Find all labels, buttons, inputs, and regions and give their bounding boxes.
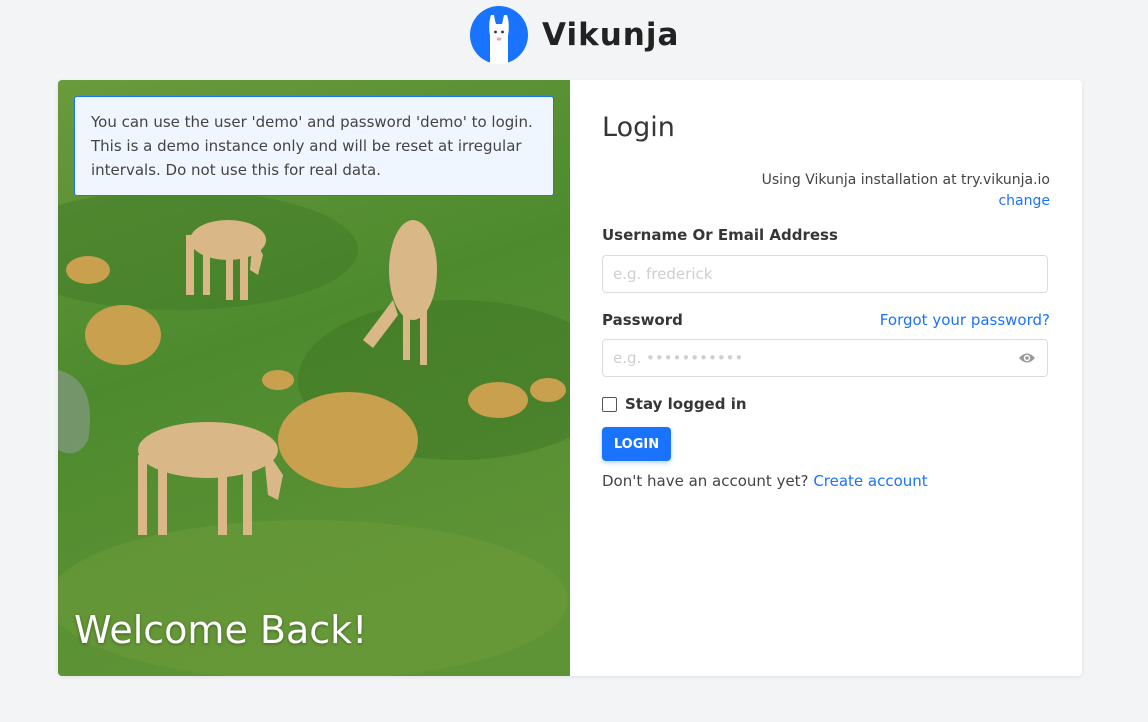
stay-logged-in-checkbox[interactable] (602, 396, 617, 412)
no-account-text: Don't have an account yet? (602, 472, 809, 490)
username-input[interactable] (602, 255, 1048, 293)
create-account-link[interactable]: Create account (813, 472, 927, 490)
forgot-password-link[interactable]: Forgot your password? (880, 311, 1050, 329)
stay-logged-in-label[interactable]: Stay logged in (625, 395, 747, 413)
welcome-heading: Welcome Back! (74, 608, 368, 652)
hero-image-pane: You can use the user 'demo' and password… (58, 80, 570, 676)
login-title: Login (602, 112, 675, 143)
eye-icon[interactable] (1018, 351, 1036, 365)
change-installation-link[interactable]: change (998, 193, 1050, 209)
login-form: Login Using Vikunja installation at try.… (570, 80, 1082, 676)
brand-name: Vikunja (542, 17, 680, 53)
brand-header: Vikunja (470, 5, 679, 65)
username-label: Username Or Email Address (602, 226, 838, 244)
signup-prompt: Don't have an account yet? Create accoun… (602, 472, 928, 490)
login-card: You can use the user 'demo' and password… (58, 80, 1082, 676)
installation-info: Using Vikunja installation at try.vikunj… (762, 170, 1050, 212)
stay-logged-in-row[interactable]: Stay logged in (602, 395, 747, 413)
demo-notice: You can use the user 'demo' and password… (74, 96, 554, 196)
installation-text: Using Vikunja installation at try.vikunj… (761, 172, 1050, 188)
llama-logo-icon (470, 6, 528, 64)
password-input[interactable] (602, 339, 1048, 377)
password-label: Password (602, 311, 683, 329)
login-button[interactable]: LOGIN (602, 427, 671, 461)
